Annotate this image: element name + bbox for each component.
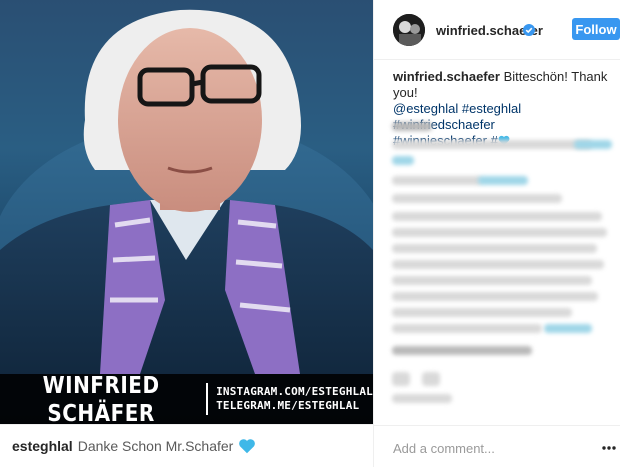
image-comment-row: esteghlal Danke Schon Mr.Schafer — [0, 424, 373, 467]
blue-heart-icon — [239, 439, 256, 454]
banner-links: INSTAGRAM.COM/ESTEGHLAL TELEGRAM.ME/ESTE… — [212, 385, 373, 413]
verified-badge-icon — [523, 24, 535, 36]
image-banner: WINFRIED SCHÄFER INSTAGRAM.COM/ESTEGHLAL… — [0, 371, 373, 424]
tag-mention-esteghlal[interactable]: @esteghlal — [393, 101, 458, 116]
post-sidebar: winfried.schaefer Follow winfried.schaef… — [373, 0, 620, 467]
banner-divider — [206, 383, 209, 415]
comment-input[interactable]: Add a comment... — [393, 441, 495, 456]
follow-button[interactable]: Follow — [572, 18, 620, 40]
avatar[interactable] — [393, 14, 425, 46]
post-header: winfried.schaefer Follow — [374, 0, 620, 60]
post-image[interactable]: WINFRIED SCHÄFER INSTAGRAM.COM/ESTEGHLAL… — [0, 0, 373, 424]
banner-link-telegram: TELEGRAM.ME/ESTEGHLAL — [216, 399, 360, 412]
hashtag-esteghlal[interactable]: #esteghlal — [462, 101, 521, 116]
portrait-illustration — [0, 9, 373, 424]
avatar-image — [393, 14, 425, 46]
banner-name: WINFRIED SCHÄFER — [42, 371, 160, 424]
banner-link-instagram: INSTAGRAM.COM/ESTEGHLAL — [216, 385, 373, 398]
caption-username[interactable]: winfried.schaefer — [393, 69, 500, 84]
blurred-comments — [384, 118, 616, 418]
comment-username[interactable]: esteghlal — [12, 438, 73, 454]
comment-text: Danke Schon Mr.Schafer — [77, 438, 234, 454]
more-options-icon[interactable] — [602, 446, 616, 450]
add-comment-bar: Add a comment... — [374, 425, 620, 467]
